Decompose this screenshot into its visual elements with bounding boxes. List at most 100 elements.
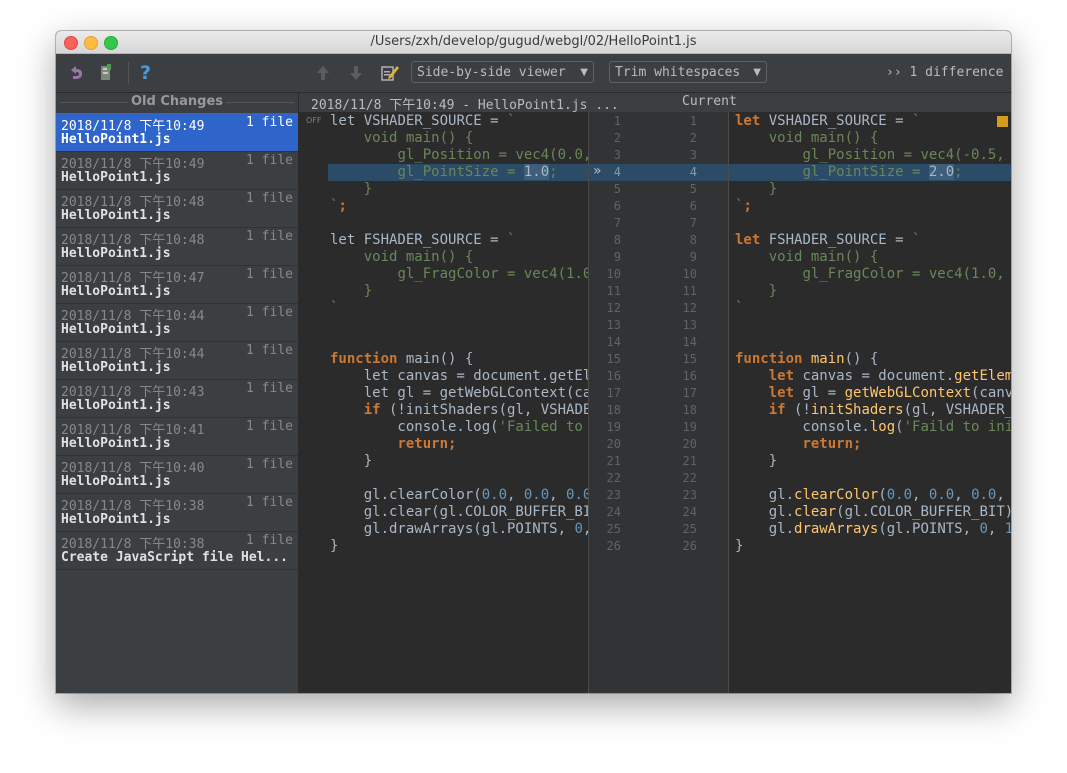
right-line-number: 22 xyxy=(682,471,697,485)
revision-name: HelloPoint1.js xyxy=(61,208,171,223)
code-line: gl.clear(gl.COLOR_BUFFER_BIT); xyxy=(735,504,1011,520)
revision-name: HelloPoint1.js xyxy=(61,284,171,299)
help-icon[interactable]: ? xyxy=(140,62,151,84)
revision-name: HelloPoint1.js xyxy=(61,132,171,147)
code-line: gl_PointSize = 2.0; xyxy=(802,164,963,180)
revert-icon[interactable] xyxy=(66,63,86,83)
revision-name: HelloPoint1.js xyxy=(61,474,171,489)
code-line: ` xyxy=(735,300,744,316)
right-line-number: 23 xyxy=(682,488,697,502)
revision-name: HelloPoint1.js xyxy=(61,170,171,185)
revision-item[interactable]: 2018/11/8 下午10:41 1 file HelloPoint1.js xyxy=(56,417,298,456)
revision-name: HelloPoint1.js xyxy=(61,322,171,337)
code-line: return; xyxy=(397,436,457,452)
left-code-pane[interactable]: OFF let VSHADER_SOURCE = ` void main() {… xyxy=(306,112,588,693)
code-line: gl_PointSize = 1.0; xyxy=(397,164,558,180)
code-line: gl_Position = vec4(-0.5, 0.0, 0.0, 1.0); xyxy=(802,147,1005,163)
window-title: /Users/zxh/develop/gugud/webgl/02/HelloP… xyxy=(370,34,697,49)
revision-item[interactable]: 2018/11/8 下午10:48 1 file HelloPoint1.js xyxy=(56,227,298,266)
code-line: void main() { xyxy=(768,249,879,265)
right-line-number: 11 xyxy=(682,284,697,298)
next-diff-icon[interactable] xyxy=(348,63,364,83)
off-label: OFF xyxy=(306,116,322,125)
left-line-number: 11 xyxy=(606,284,621,298)
code-line: } xyxy=(735,453,778,469)
left-line-number: 9 xyxy=(613,250,621,264)
viewer-mode-dropdown[interactable]: Side-by-side viewer ▼ xyxy=(411,61,594,83)
revision-item[interactable]: 2018/11/8 下午10:49 1 file HelloPoint1.js xyxy=(56,151,298,190)
code-line: console.log('Faild to initialize shaders… xyxy=(735,419,1011,435)
code-line: let gl = getWebGLContext(canvas); xyxy=(363,385,588,401)
left-line-number: 25 xyxy=(606,522,621,536)
revision-item[interactable]: 2018/11/8 下午10:44 1 file HelloPoint1.js xyxy=(56,341,298,380)
code-line: } xyxy=(330,453,373,469)
revision-item[interactable]: 2018/11/8 下午10:47 1 file HelloPoint1.js xyxy=(56,265,298,304)
toolbar-separator xyxy=(128,62,129,84)
right-line-number: 10 xyxy=(682,267,697,281)
left-line-number: 3 xyxy=(613,148,621,162)
code-line: let canvas = document.getElementById('we… xyxy=(363,368,588,384)
chevron-down-icon: ▼ xyxy=(753,67,761,78)
left-line-number: 23 xyxy=(606,488,621,502)
right-line-number: 9 xyxy=(689,250,697,264)
revision-name: HelloPoint1.js xyxy=(61,512,171,527)
code-line: let canvas = document.getElementById('we… xyxy=(768,368,1011,384)
revision-item[interactable]: 2018/11/8 下午10:49 1 file HelloPoint1.js xyxy=(56,113,298,152)
revision-item[interactable]: 2018/11/8 下午10:40 1 file HelloPoint1.js xyxy=(56,455,298,494)
current-header: Current xyxy=(682,94,737,109)
code-line: let gl = getWebGLContext(canvas); xyxy=(768,385,1011,401)
code-line: gl.drawArrays(gl.POINTS, 0, 1); xyxy=(735,521,1011,537)
revision-file-count: 1 file xyxy=(246,343,293,358)
code-line: gl.drawArrays(gl.POINTS, 0, 1); xyxy=(330,521,588,537)
code-line: `; xyxy=(735,198,752,214)
revision-name: HelloPoint1.js xyxy=(61,436,171,451)
right-line-number: 20 xyxy=(682,437,697,451)
code-line: console.log('Failed to initialize shader… xyxy=(330,419,583,435)
show-diff-icon[interactable] xyxy=(98,63,114,83)
code-line: void main() { xyxy=(768,130,879,146)
revision-file-count: 1 file xyxy=(246,381,293,396)
revision-item[interactable]: 2018/11/8 下午10:44 1 file HelloPoint1.js xyxy=(56,303,298,342)
code-line: if (!initShaders(gl, VSHADER_SOURCE, FSH… xyxy=(363,402,588,418)
revision-item[interactable]: 2018/11/8 下午10:43 1 file HelloPoint1.js xyxy=(56,379,298,418)
right-line-number: 8 xyxy=(689,233,697,247)
right-line-number: 6 xyxy=(689,199,697,213)
code-line: gl_FragColor = vec4(1.0, 0.0, 0.0, 1.0); xyxy=(397,266,588,282)
left-line-number: 14 xyxy=(606,335,621,349)
code-line: function main() { xyxy=(735,351,879,367)
revision-item[interactable]: 2018/11/8 下午10:38 1 file Create JavaScript… xyxy=(56,531,298,570)
code-line: void main() { xyxy=(363,249,474,265)
left-line-number: 13 xyxy=(606,318,621,332)
revision-item[interactable]: 2018/11/8 下午10:48 1 file HelloPoint1.js xyxy=(56,189,298,228)
code-line: gl_Position = vec4(0.0, 0.0, 0.0, 1.0); xyxy=(397,147,588,163)
right-line-number: 7 xyxy=(689,216,697,230)
revision-name: HelloPoint1.js xyxy=(61,246,171,261)
right-code-pane[interactable]: let VSHADER_SOURCE = ` void main() { gl_… xyxy=(729,112,1011,693)
right-line-number: 13 xyxy=(682,318,697,332)
title-bar: /Users/zxh/develop/gugud/webgl/02/HelloP… xyxy=(56,31,1011,54)
chevron-down-icon: ▼ xyxy=(580,67,588,78)
revision-file-count: 1 file xyxy=(246,267,293,282)
warning-marker-icon xyxy=(997,116,1008,127)
left-revision-header: 2018/11/8 下午10:49 - HelloPoint1.js ... xyxy=(311,98,619,113)
whitespace-mode-dropdown[interactable]: Trim whitespaces ▼ xyxy=(609,61,767,83)
edit-source-icon[interactable] xyxy=(380,63,400,83)
left-line-number: 8 xyxy=(613,233,621,247)
code-line: return; xyxy=(802,436,862,452)
left-line-number: 6 xyxy=(613,199,621,213)
right-line-number: 15 xyxy=(682,352,697,366)
prev-diff-icon[interactable] xyxy=(315,63,331,83)
code-line: let VSHADER_SOURCE = ` xyxy=(330,113,516,129)
left-line-number: 7 xyxy=(613,216,621,230)
revision-file-count: 1 file xyxy=(246,533,293,548)
revision-file-count: 1 file xyxy=(246,457,293,472)
left-line-number: 18 xyxy=(606,403,621,417)
left-line-number: 12 xyxy=(606,301,621,315)
revision-name: Create JavaScript file Hel... xyxy=(61,550,288,565)
code-line: let VSHADER_SOURCE = ` xyxy=(735,113,921,129)
code-line: } xyxy=(330,538,339,554)
right-line-number: 17 xyxy=(682,386,697,400)
revision-file-count: 1 file xyxy=(246,419,293,434)
code-line: gl.clearColor(0.0, 0.0, 0.0, 1.0); xyxy=(735,487,1005,503)
revision-item[interactable]: 2018/11/8 下午10:38 1 file HelloPoint1.js xyxy=(56,493,298,532)
